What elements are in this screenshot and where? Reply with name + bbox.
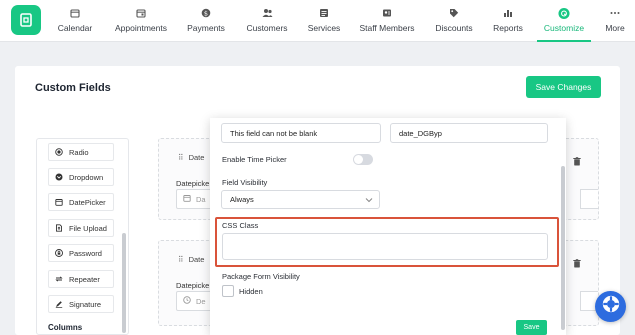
lock-icon xyxy=(55,249,63,257)
nav-label: Reports xyxy=(493,23,523,33)
field-card-label: Datepicke xyxy=(176,281,210,290)
list-icon xyxy=(318,7,330,19)
drag-icon: ⠿ xyxy=(178,255,183,264)
field-card-input-text: Da xyxy=(196,194,206,204)
nav-staff-members[interactable]: Staff Members xyxy=(359,0,415,42)
pen-icon xyxy=(55,300,63,308)
nav-label: Customers xyxy=(246,23,288,33)
field-card-input-text: De xyxy=(196,296,206,306)
nav-label: Staff Members xyxy=(359,23,415,33)
field-id-value: date_DGByp xyxy=(399,128,442,138)
chevron-down-icon xyxy=(365,196,373,205)
field-type-sidebar: Radio Dropdown DatePicker File Upload Pa… xyxy=(36,138,129,335)
help-button[interactable] xyxy=(595,291,626,322)
field-type-signature[interactable]: Signature xyxy=(48,295,114,313)
field-type-repeater[interactable]: Repeater xyxy=(48,270,114,288)
hidden-label: Hidden xyxy=(239,287,263,296)
save-changes-button[interactable]: Save Changes xyxy=(526,76,601,98)
nav-label: Services xyxy=(307,23,341,33)
field-visibility-value: Always xyxy=(230,195,254,204)
upload-icon xyxy=(55,224,63,232)
field-settings-popover: This field can not be blank date_DGByp E… xyxy=(210,118,566,335)
radio-icon xyxy=(55,148,63,156)
nav-appointments[interactable]: Appointments xyxy=(114,0,168,42)
enable-time-picker-toggle[interactable] xyxy=(353,154,373,165)
field-type-label: Password xyxy=(69,248,102,258)
css-class-label: CSS Class xyxy=(222,221,259,230)
logo-icon xyxy=(20,13,32,27)
nav-label: More xyxy=(605,23,625,33)
palette-icon xyxy=(558,7,570,19)
app-logo[interactable] xyxy=(11,5,41,35)
field-card-type: Date xyxy=(188,255,205,264)
field-card-label: Datepicke xyxy=(176,179,210,188)
hidden-checkbox[interactable] xyxy=(222,285,234,297)
more-icon xyxy=(609,7,621,19)
error-message-value: This field can not be blank xyxy=(230,128,318,138)
trash-icon[interactable] xyxy=(573,153,581,171)
drag-handle[interactable]: ⠿ Date xyxy=(178,153,204,162)
clock-icon xyxy=(183,296,191,306)
sidebar-scrollbar[interactable] xyxy=(122,233,126,333)
field-type-label: Repeater xyxy=(69,274,100,284)
users-icon xyxy=(261,7,273,19)
field-type-label: DatePicker xyxy=(69,197,106,207)
page-title: Custom Fields xyxy=(35,82,111,94)
field-type-password[interactable]: Password xyxy=(48,244,114,262)
drag-icon: ⠿ xyxy=(178,153,183,162)
field-type-dropdown[interactable]: Dropdown xyxy=(48,168,114,186)
nav-label: Calendar xyxy=(57,23,93,33)
top-navigation: Calendar Appointments $ Payments Custome… xyxy=(0,0,635,42)
error-message-input[interactable]: This field can not be blank xyxy=(221,123,381,143)
field-card-type: Date xyxy=(188,153,205,162)
field-visibility-select[interactable]: Always xyxy=(221,190,380,209)
calendar-icon xyxy=(183,194,191,204)
field-card-side-input[interactable] xyxy=(580,189,598,209)
dollar-icon: $ xyxy=(200,7,212,19)
field-type-datepicker[interactable]: DatePicker xyxy=(48,193,114,211)
field-visibility-label: Field Visibility xyxy=(222,178,268,187)
nav-label: Payments xyxy=(187,23,225,33)
package-visibility-label: Package Form Visibility xyxy=(222,272,300,281)
nav-calendar[interactable]: Calendar xyxy=(58,0,92,42)
popover-scrollbar[interactable] xyxy=(561,166,565,330)
nav-payments[interactable]: $ Payments xyxy=(187,0,225,42)
nav-label: Customize xyxy=(543,23,585,33)
field-type-label: File Upload xyxy=(69,223,107,233)
field-type-file-upload[interactable]: File Upload xyxy=(48,219,114,237)
nav-customize[interactable]: Customize xyxy=(537,0,591,42)
nav-discounts[interactable]: Discounts xyxy=(435,0,473,42)
calendar-check-icon xyxy=(135,7,147,19)
nav-services[interactable]: Services xyxy=(307,0,341,42)
field-type-label: Dropdown xyxy=(69,172,104,182)
repeat-icon xyxy=(55,275,63,283)
columns-heading: Columns xyxy=(48,323,83,332)
staff-icon xyxy=(381,7,393,19)
save-button[interactable]: Save xyxy=(516,320,547,335)
field-type-label: Radio xyxy=(69,147,89,157)
svg-text:$: $ xyxy=(204,9,208,17)
trash-icon[interactable] xyxy=(573,255,581,273)
nav-more[interactable]: More xyxy=(604,0,626,42)
nav-reports[interactable]: Reports xyxy=(493,0,523,42)
chart-icon xyxy=(502,7,514,19)
dropdown-icon xyxy=(55,173,63,181)
enable-time-picker-label: Enable Time Picker xyxy=(222,155,287,164)
nav-label: Discounts xyxy=(435,23,473,33)
nav-customers[interactable]: Customers xyxy=(246,0,288,42)
css-class-input[interactable] xyxy=(222,233,548,260)
field-type-radio[interactable]: Radio xyxy=(48,143,114,161)
tag-icon xyxy=(448,7,460,19)
calendar-icon xyxy=(55,198,63,206)
calendar-icon xyxy=(69,7,81,19)
field-id-input[interactable]: date_DGByp xyxy=(390,123,548,143)
lifebuoy-icon xyxy=(601,294,621,319)
field-type-label: Signature xyxy=(69,299,102,309)
drag-handle[interactable]: ⠿ Date xyxy=(178,255,204,264)
nav-label: Appointments xyxy=(115,23,167,33)
